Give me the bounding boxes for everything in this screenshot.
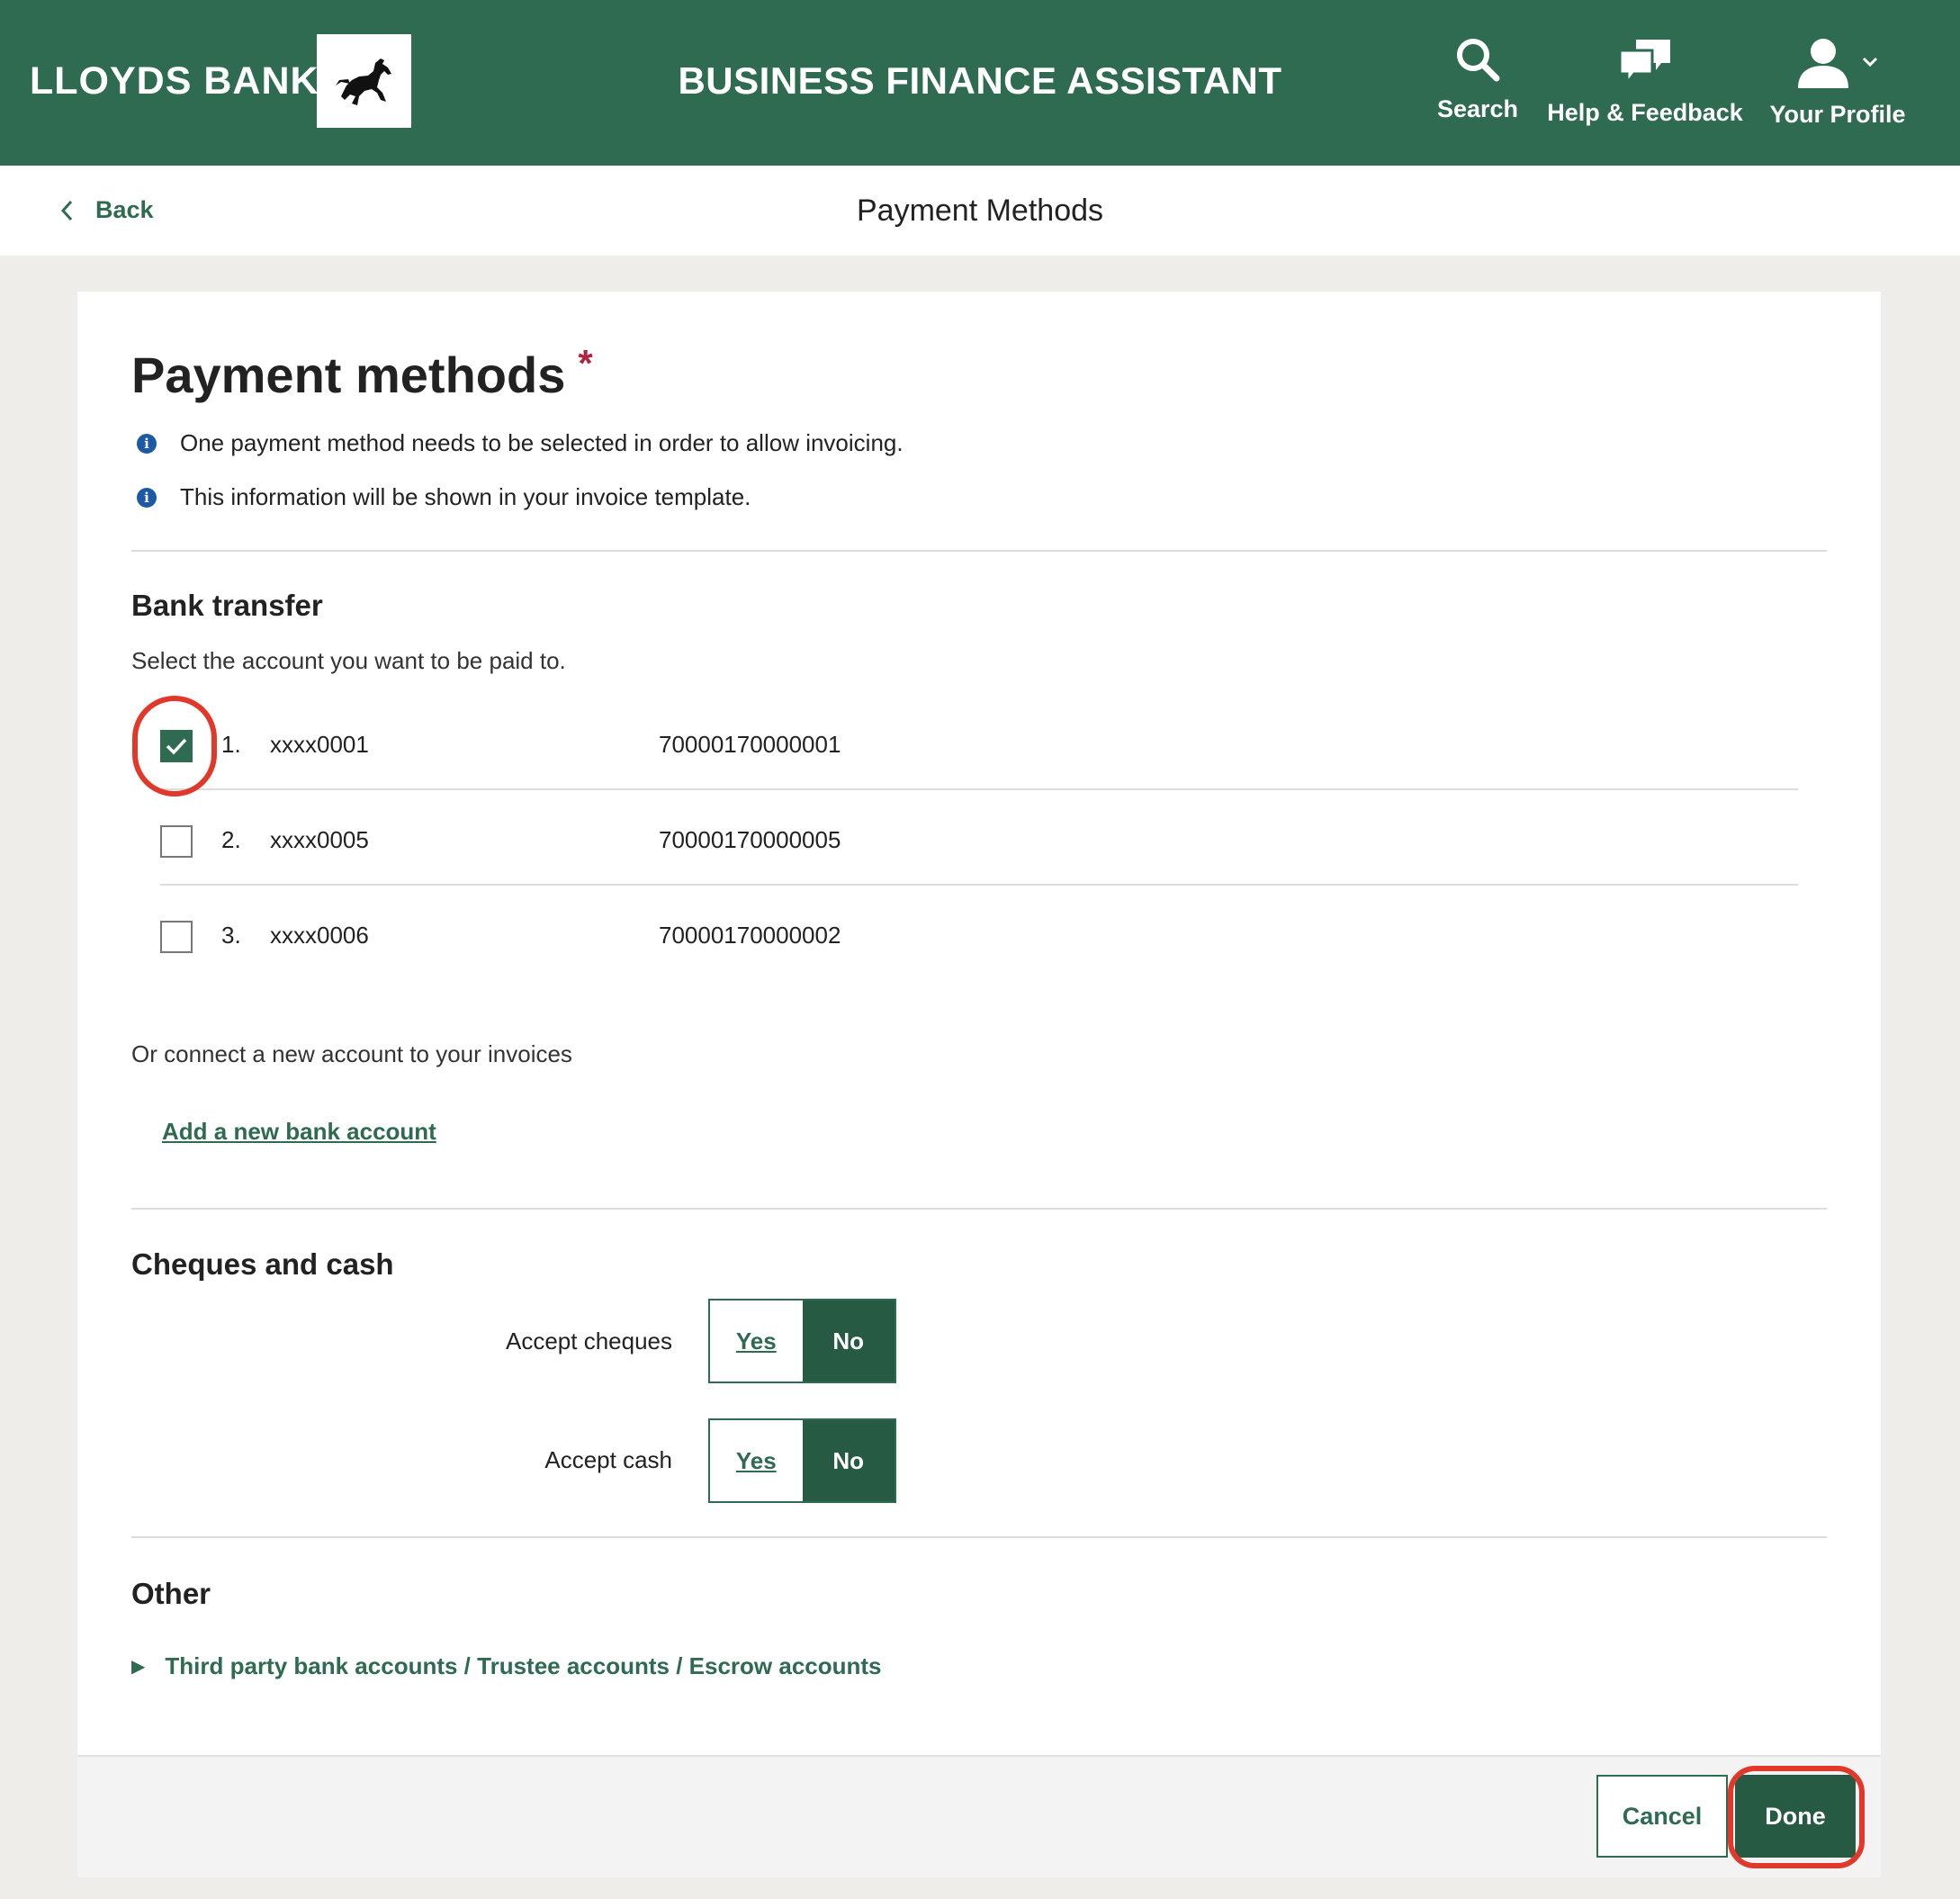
done-button[interactable]: Done [1735,1775,1856,1858]
checkmark-icon [166,738,187,755]
info-icon: i [137,433,157,454]
page-title: Payment Methods [856,194,1104,228]
divider [131,1536,1827,1538]
chat-bubbles-icon [1618,40,1670,86]
heading-text: Payment methods [131,346,566,403]
nav-profile-label: Your Profile [1769,101,1906,128]
account-row: 1. xxxx0001 70000170000001 [160,695,1798,790]
account-id: 70000170000005 [659,826,841,853]
accept-cheques-label: Accept cheques [505,1328,672,1354]
bank-transfer-subtitle: Select the account you want to be paid t… [131,647,566,674]
accept-cheques-toggle: Yes No [708,1299,896,1383]
search-icon [1457,39,1500,82]
account-index: 2. [221,826,241,853]
info-note: i One payment method needs to be selecte… [137,429,904,457]
nav-help-feedback[interactable]: Help & Feedback [1547,36,1743,127]
cheques-cash-title: Cheques and cash [131,1247,394,1281]
nav-search-label: Search [1436,95,1519,122]
accept-cash-label: Accept cash [544,1446,672,1473]
triangle-right-icon: ▶ [131,1657,146,1677]
info-text: One payment method needs to be selected … [180,429,904,456]
account-id: 70000170000001 [659,731,841,758]
cancel-button[interactable]: Cancel [1596,1775,1728,1858]
account-id: 70000170000002 [659,922,841,949]
account-row: 2. xxxx0005 70000170000005 [160,790,1798,886]
section-heading: Payment methods * [131,342,593,404]
bank-transfer-title: Bank transfer [131,589,323,622]
add-bank-account-link[interactable]: Add a new bank account [162,1118,436,1146]
nav-search[interactable]: Search [1431,36,1524,123]
disclosure-label: Third party bank accounts / Trustee acco… [165,1652,882,1679]
account-checkbox[interactable] [160,825,193,858]
nav-profile[interactable]: Your Profile [1769,36,1906,129]
account-checkbox[interactable] [160,921,193,953]
nav-help-label: Help & Feedback [1547,99,1743,126]
user-icon [1798,39,1848,88]
cheques-yes-button[interactable]: Yes [710,1300,803,1382]
account-mask: xxxx0001 [270,731,369,758]
account-index: 1. [221,731,241,758]
other-title: Other [131,1577,211,1610]
info-icon: i [137,487,157,508]
info-note: i This information will be shown in your… [137,483,751,511]
cash-no-button[interactable]: No [802,1420,895,1501]
divider [131,1208,1827,1210]
content-card [77,292,1881,1877]
accept-cash-toggle: Yes No [708,1418,896,1503]
cash-yes-button[interactable]: Yes [710,1420,803,1501]
account-index: 3. [221,922,241,949]
third-party-disclosure[interactable]: ▶ Third party bank accounts / Trustee ac… [131,1652,882,1680]
account-row: 3. xxxx0006 70000170000002 [160,886,1798,981]
info-text: This information will be shown in your i… [180,483,751,510]
divider [131,550,1827,552]
top-header: LLOYDS BANK BUSINESS FINANCE ASSISTANT S… [0,0,1960,166]
account-checkbox[interactable] [160,730,193,762]
chevron-down-icon [1862,57,1878,68]
account-mask: xxxx0005 [270,826,369,853]
required-asterisk: * [578,342,593,384]
account-mask: xxxx0006 [270,922,369,949]
cheques-no-button[interactable]: No [802,1300,895,1382]
connect-text: Or connect a new account to your invoice… [131,1040,572,1067]
